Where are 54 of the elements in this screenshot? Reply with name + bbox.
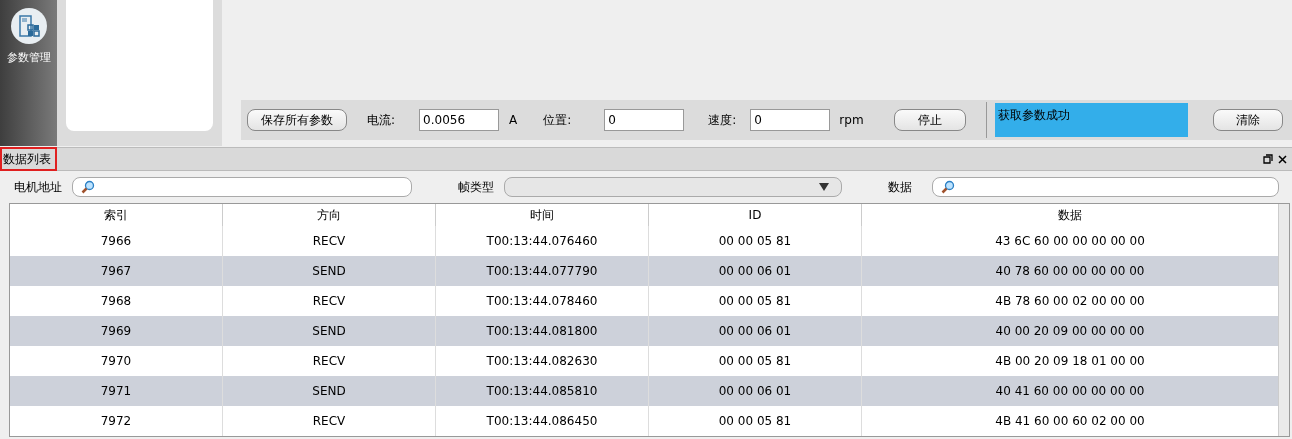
table-cell: 00 00 05 81	[649, 406, 862, 436]
panel-title: 数据列表	[0, 147, 57, 171]
table-cell: RECV	[223, 406, 436, 436]
table-cell: SEND	[223, 376, 436, 406]
table-cell: 7972	[10, 406, 223, 436]
current-label: 电流:	[367, 111, 396, 129]
table-cell: 00 00 06 01	[649, 256, 862, 286]
table-cell: T00:13:44.085810	[436, 376, 649, 406]
column-header[interactable]: ID	[649, 204, 862, 226]
save-button[interactable]: 保存所有参数	[247, 109, 347, 131]
clear-button[interactable]: 清除	[1212, 109, 1283, 131]
table-cell: 00 00 06 01	[649, 316, 862, 346]
table-cell-text: 43 6C 60 00 00 00 00 00	[994, 233, 1146, 250]
dropdown-arrow-icon	[819, 183, 829, 191]
column-header[interactable]: 数据	[862, 204, 1278, 226]
table-cell: 7971	[10, 376, 223, 406]
close-icon[interactable]	[1278, 154, 1287, 164]
speed-field[interactable]: 0	[750, 109, 831, 131]
table-cell: T00:13:44.077790	[436, 256, 649, 286]
current-field[interactable]: 0.0056	[419, 109, 500, 131]
position-field[interactable]: 0	[604, 109, 685, 131]
search-field[interactable]	[72, 177, 412, 197]
table-cell: SEND	[223, 256, 436, 286]
table-cell: 00 00 06 01	[649, 376, 862, 406]
search-icon	[81, 180, 95, 194]
frame-type-dropdown[interactable]	[504, 177, 842, 197]
status-message: 获取参数成功	[994, 103, 1188, 137]
table-cell: 7969	[10, 316, 223, 346]
unit-label: rpm	[839, 113, 864, 127]
frame-type-label: 帧类型	[458, 178, 494, 196]
stop-button[interactable]: 停止	[893, 109, 966, 131]
search-icon	[941, 180, 955, 194]
scrollbar[interactable]	[1278, 204, 1289, 436]
table-cell-text: 40 78 60 00 00 00 00 00	[994, 263, 1146, 280]
column-header[interactable]: 索引	[10, 204, 223, 226]
table-cell-text: 40 00 20 09 00 00 00 00	[994, 323, 1146, 340]
table-cell-text: 4B 41 60 00 60 02 00 00	[994, 413, 1146, 430]
table-cell-text: 40 41 60 00 00 00 00 00	[994, 383, 1146, 400]
table-cell: T00:13:44.086450	[436, 406, 649, 436]
position-label: 位置:	[543, 111, 572, 129]
unit-label: A	[509, 113, 518, 127]
column-header[interactable]: 时间	[436, 204, 649, 226]
table-cell-text: 4B 78 60 00 02 00 00 00	[994, 293, 1146, 310]
search-field[interactable]	[932, 177, 1279, 197]
table-cell: 7967	[10, 256, 223, 286]
restore-icon[interactable]	[1263, 154, 1273, 164]
document-grid-icon	[10, 8, 47, 44]
table-cell: SEND	[223, 316, 436, 346]
motor-address-label: 电机地址	[14, 178, 62, 196]
column-header[interactable]: 方向	[223, 204, 436, 226]
data-label: 数据	[888, 178, 912, 196]
speed-label: 速度:	[708, 111, 737, 129]
table-cell: T00:13:44.081800	[436, 316, 649, 346]
table-cell-text: 4B 00 20 09 18 01 00 00	[994, 353, 1146, 370]
